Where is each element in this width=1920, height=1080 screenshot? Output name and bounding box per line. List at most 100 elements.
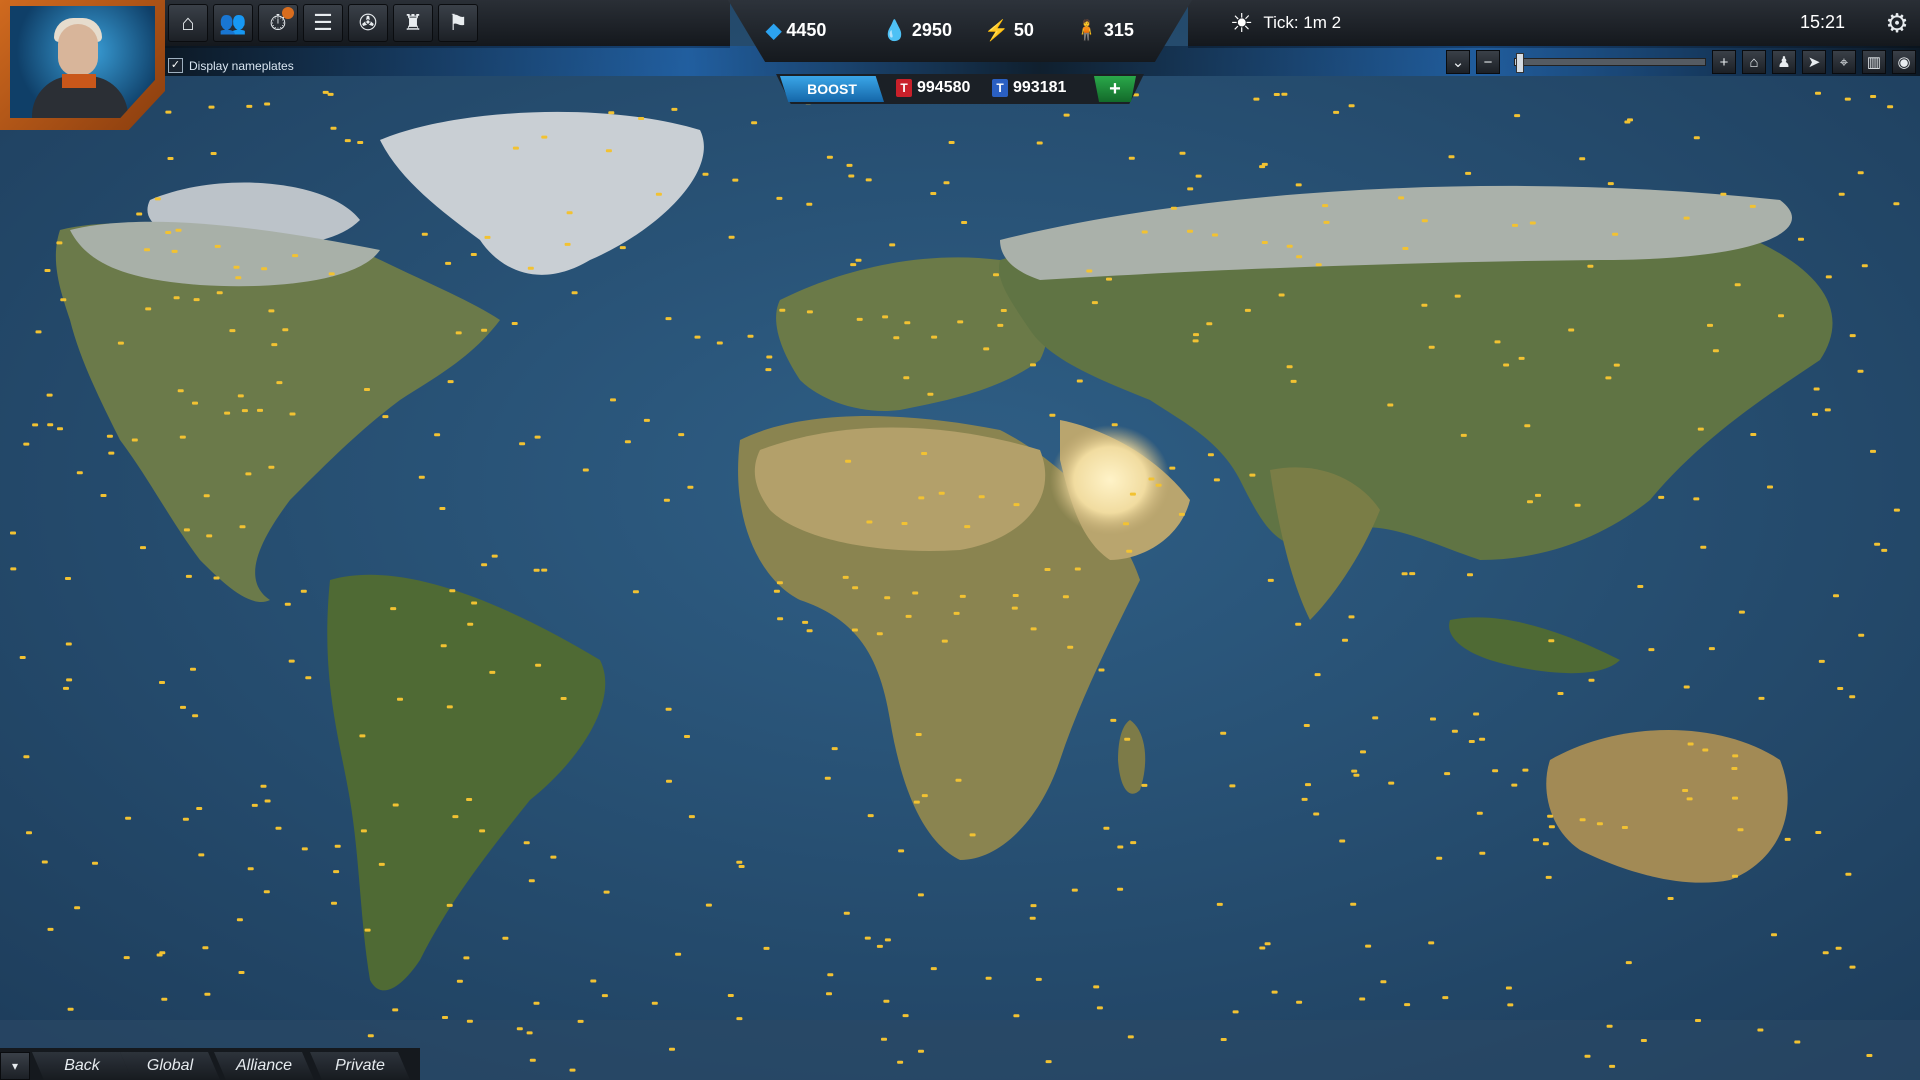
city-marker[interactable] [1767, 486, 1773, 489]
city-marker[interactable] [1124, 738, 1130, 741]
city-marker[interactable] [1512, 224, 1518, 227]
city-marker[interactable] [333, 870, 339, 873]
city-marker[interactable] [898, 849, 904, 852]
city-marker[interactable] [1179, 513, 1185, 516]
city-marker[interactable] [590, 980, 596, 983]
city-marker[interactable] [610, 398, 616, 401]
city-marker[interactable] [1589, 679, 1595, 682]
city-marker[interactable] [942, 640, 948, 643]
city-marker[interactable] [1495, 340, 1501, 343]
city-marker[interactable] [144, 248, 150, 251]
city-marker[interactable] [572, 291, 578, 294]
city-marker[interactable] [914, 801, 920, 804]
city-marker[interactable] [779, 309, 785, 312]
city-marker[interactable] [1442, 996, 1448, 999]
city-marker[interactable] [1106, 278, 1112, 281]
city-marker[interactable] [65, 577, 71, 580]
city-marker[interactable] [1894, 509, 1900, 512]
city-marker[interactable] [1815, 831, 1821, 834]
map-home-button[interactable]: ⌂ [1742, 50, 1766, 74]
city-marker[interactable] [419, 476, 425, 479]
city-marker[interactable] [1380, 980, 1386, 983]
list-button[interactable]: ☰ [303, 4, 343, 42]
city-marker[interactable] [827, 973, 833, 976]
city-marker[interactable] [528, 267, 534, 270]
city-marker[interactable] [1333, 111, 1339, 114]
city-marker[interactable] [447, 904, 453, 907]
city-marker[interactable] [192, 714, 198, 717]
city-marker[interactable] [1030, 363, 1036, 366]
city-marker[interactable] [1075, 568, 1081, 571]
city-marker[interactable] [1063, 595, 1069, 598]
city-marker[interactable] [578, 1020, 584, 1023]
city-marker[interactable] [168, 157, 174, 160]
city-marker[interactable] [843, 576, 849, 579]
city-marker[interactable] [165, 111, 171, 114]
city-marker[interactable] [285, 603, 291, 606]
stats-button[interactable]: ▥ [1862, 50, 1886, 74]
city-marker[interactable] [1092, 301, 1098, 304]
city-marker[interactable] [666, 708, 672, 711]
city-marker[interactable] [1874, 543, 1880, 546]
city-marker[interactable] [1067, 646, 1073, 649]
satellite-button[interactable]: ✇ [348, 4, 388, 42]
city-marker[interactable] [1709, 647, 1715, 650]
city-marker[interactable] [1220, 732, 1226, 735]
city-marker[interactable] [1259, 947, 1265, 950]
city-marker[interactable] [45, 269, 51, 272]
city-marker[interactable] [1036, 978, 1042, 981]
city-marker[interactable] [36, 330, 42, 333]
city-marker[interactable] [534, 1002, 540, 1005]
city-marker[interactable] [960, 595, 966, 598]
city-marker[interactable] [331, 902, 337, 905]
city-marker[interactable] [1342, 639, 1348, 642]
city-marker[interactable] [136, 213, 142, 216]
city-marker[interactable] [108, 452, 114, 455]
city-marker[interactable] [1731, 767, 1737, 770]
city-marker[interactable] [463, 956, 469, 959]
city-marker[interactable] [125, 817, 131, 820]
city-marker[interactable] [92, 862, 98, 865]
city-marker[interactable] [1732, 797, 1738, 800]
city-marker[interactable] [302, 847, 308, 850]
city-marker[interactable] [1637, 585, 1643, 588]
city-marker[interactable] [1693, 497, 1699, 500]
city-marker[interactable] [906, 615, 912, 618]
city-marker[interactable] [671, 108, 677, 111]
city-marker[interactable] [289, 660, 295, 663]
city-marker[interactable] [1402, 247, 1408, 250]
city-marker[interactable] [732, 179, 738, 182]
city-marker[interactable] [305, 676, 311, 679]
city-marker[interactable] [1587, 265, 1593, 268]
city-marker[interactable] [449, 589, 455, 592]
city-marker[interactable] [1404, 1003, 1410, 1006]
tower-button[interactable]: ♜ [393, 4, 433, 42]
city-marker[interactable] [1031, 904, 1037, 907]
add-resources-button[interactable]: + [1094, 76, 1136, 102]
city-marker[interactable] [1771, 933, 1777, 936]
city-marker[interactable] [1130, 493, 1136, 496]
city-marker[interactable] [638, 117, 644, 120]
city-marker[interactable] [365, 929, 371, 932]
city-marker[interactable] [918, 496, 924, 499]
city-marker[interactable] [1519, 357, 1525, 360]
city-marker[interactable] [357, 141, 363, 144]
city-marker[interactable] [1253, 98, 1259, 101]
city-marker[interactable] [382, 415, 388, 418]
city-marker[interactable] [848, 175, 854, 178]
city-marker[interactable] [1461, 434, 1467, 437]
city-marker[interactable] [1262, 241, 1268, 244]
city-marker[interactable] [1117, 846, 1123, 849]
city-marker[interactable] [1622, 826, 1628, 829]
city-marker[interactable] [1217, 903, 1223, 906]
city-marker[interactable] [1126, 550, 1132, 553]
city-marker[interactable] [1206, 322, 1212, 325]
city-marker[interactable] [1013, 1014, 1019, 1017]
city-marker[interactable] [20, 656, 26, 659]
city-marker[interactable] [983, 347, 989, 350]
city-marker[interactable] [1012, 607, 1018, 610]
city-marker[interactable] [1359, 998, 1365, 1001]
city-marker[interactable] [1037, 142, 1043, 145]
city-marker[interactable] [239, 971, 245, 974]
city-marker[interactable] [240, 525, 246, 528]
